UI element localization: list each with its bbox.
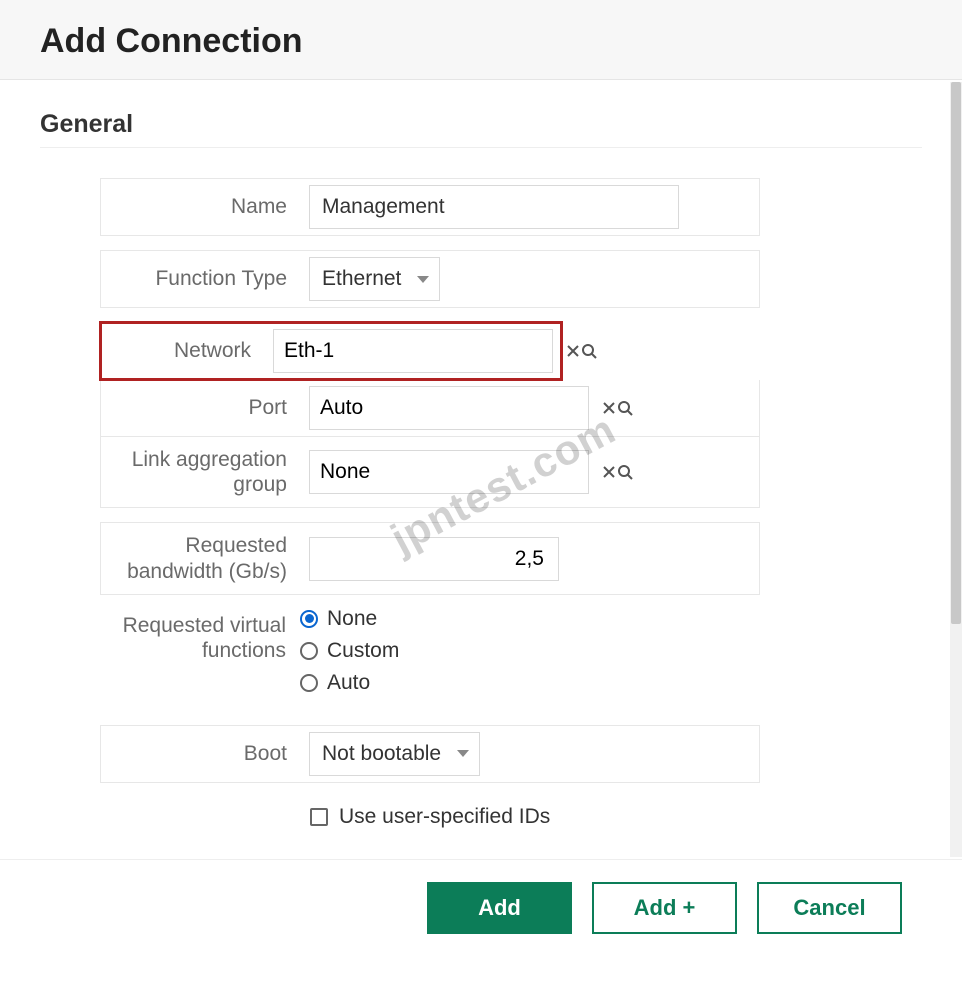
add-connection-dialog: Add Connection jpntest.com General Name …	[0, 0, 962, 964]
dialog-body: jpntest.com General Name Function Type E…	[0, 80, 962, 860]
radio-vf-auto[interactable]: Auto	[300, 667, 399, 699]
clear-icon[interactable]	[565, 330, 581, 372]
radio-vf-none-label: None	[327, 607, 377, 631]
use-user-specified-ids-label: Use user-specified IDs	[339, 805, 550, 829]
add-plus-button-label: Add +	[634, 895, 696, 921]
radio-icon	[300, 610, 318, 628]
dialog-header: Add Connection	[0, 0, 962, 80]
row-requested-virtual-functions: Requested virtual functions None Custom	[100, 595, 760, 711]
add-button[interactable]: Add	[427, 882, 572, 934]
general-form: Name Function Type Ethernet Network	[100, 178, 760, 783]
name-input[interactable]	[309, 185, 679, 229]
row-function-type: Function Type Ethernet	[100, 250, 760, 308]
clear-icon[interactable]	[601, 387, 617, 429]
scrollbar-thumb[interactable]	[951, 82, 961, 624]
boot-select[interactable]: Not bootable	[309, 732, 480, 776]
use-user-specified-ids-checkbox[interactable]: Use user-specified IDs	[310, 805, 922, 829]
radio-icon	[300, 674, 318, 692]
add-plus-button[interactable]: Add +	[592, 882, 737, 934]
cancel-button-label: Cancel	[793, 895, 865, 921]
label-boot: Boot	[101, 726, 301, 782]
scrollbar[interactable]	[950, 82, 962, 857]
label-port: Port	[101, 380, 301, 436]
dialog-title: Add Connection	[40, 22, 922, 61]
row-network: Network	[100, 322, 562, 380]
chevron-down-icon	[417, 276, 429, 283]
radio-vf-none[interactable]: None	[300, 603, 399, 635]
row-port: Port	[100, 380, 760, 437]
port-combo	[309, 386, 589, 430]
search-icon[interactable]	[617, 387, 633, 429]
network-input[interactable]	[274, 330, 565, 372]
label-name: Name	[101, 179, 301, 235]
checkbox-icon	[310, 808, 328, 826]
radio-vf-custom-label: Custom	[327, 639, 399, 663]
label-function-type: Function Type	[101, 251, 301, 307]
section-title-general: General	[40, 110, 922, 139]
label-requested-virtual-functions: Requested virtual functions	[100, 595, 300, 673]
search-icon[interactable]	[617, 451, 633, 493]
requested-bandwidth-input[interactable]	[309, 537, 559, 581]
lag-combo	[309, 450, 589, 494]
section-separator	[40, 147, 922, 148]
lag-input[interactable]	[310, 451, 601, 493]
boot-value: Not bootable	[322, 742, 441, 766]
clear-icon[interactable]	[601, 451, 617, 493]
radio-icon	[300, 642, 318, 660]
function-type-select[interactable]: Ethernet	[309, 257, 440, 301]
label-lag: Link aggregation group	[101, 437, 301, 507]
row-name: Name	[100, 178, 760, 236]
chevron-down-icon	[457, 750, 469, 757]
port-input[interactable]	[310, 387, 601, 429]
dialog-footer: Add Add + Cancel	[0, 860, 962, 964]
add-button-label: Add	[478, 895, 521, 921]
row-requested-bandwidth: Requested bandwidth (Gb/s)	[100, 522, 760, 594]
row-boot: Boot Not bootable	[100, 725, 760, 783]
cancel-button[interactable]: Cancel	[757, 882, 902, 934]
label-network: Network	[101, 323, 265, 379]
search-icon[interactable]	[581, 330, 597, 372]
function-type-value: Ethernet	[322, 267, 401, 291]
network-combo	[273, 329, 553, 373]
label-requested-bandwidth: Requested bandwidth (Gb/s)	[101, 523, 301, 593]
row-lag: Link aggregation group	[100, 437, 760, 508]
radio-vf-auto-label: Auto	[327, 671, 370, 695]
radio-vf-custom[interactable]: Custom	[300, 635, 399, 667]
